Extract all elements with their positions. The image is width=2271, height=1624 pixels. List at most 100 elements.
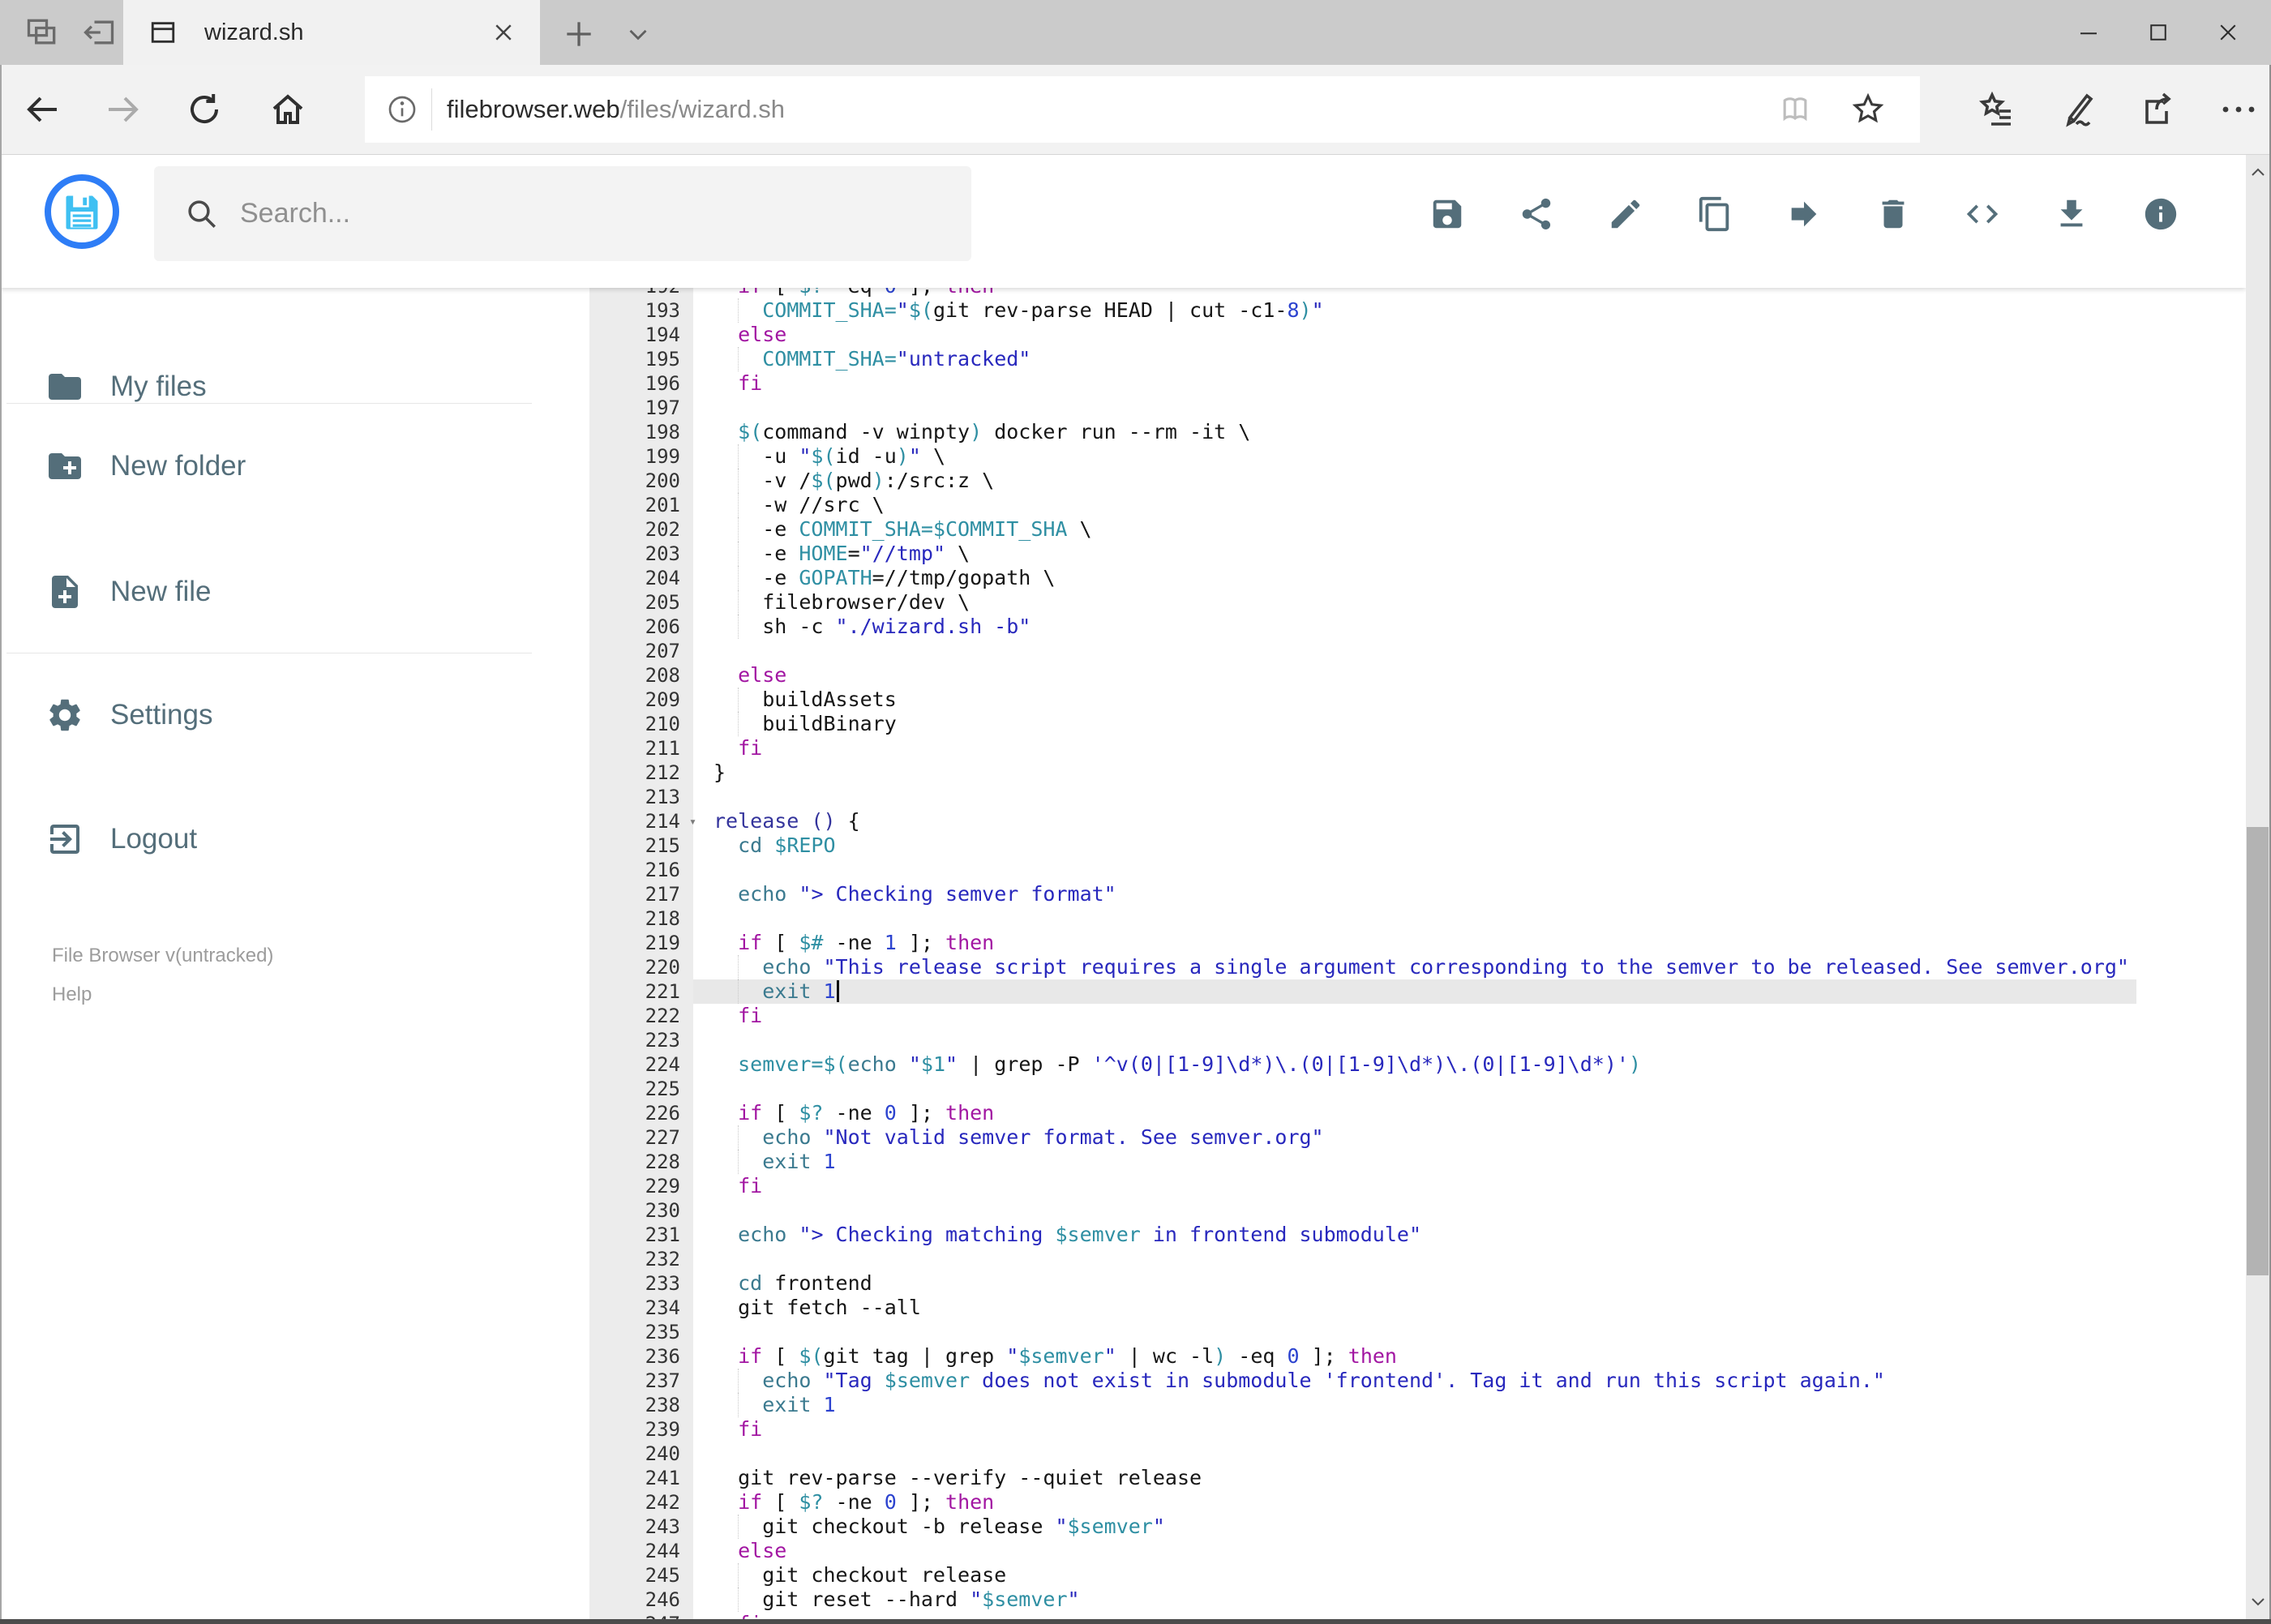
code-line[interactable] [693, 1320, 2246, 1344]
code-line[interactable]: echo "This release script requires a sin… [693, 955, 2246, 979]
code-row[interactable]: 226 if [ $? -ne 0 ]; then [589, 1101, 2246, 1125]
code-line[interactable]: -w //src \ [693, 493, 2246, 517]
code-row[interactable]: 231 echo "> Checking matching $semver in… [589, 1223, 2246, 1247]
scroll-down-icon[interactable] [2246, 1583, 2269, 1619]
code-row[interactable]: 201 -w //src \ [589, 493, 2246, 517]
code-row[interactable]: 218 [589, 906, 2246, 931]
code-row[interactable]: 210 buildBinary [589, 712, 2246, 736]
code-row[interactable]: 196 fi [589, 371, 2246, 396]
sidebar-item-logout[interactable]: Logout [2, 800, 537, 878]
code-line[interactable]: fi [693, 371, 2246, 396]
code-line[interactable]: exit 1 [693, 1393, 2246, 1417]
code-row[interactable]: 212} [589, 761, 2246, 785]
code-line[interactable]: -e COMMIT_SHA=$COMMIT_SHA \ [693, 517, 2246, 542]
code-row[interactable]: 243 git checkout -b release "$semver" [589, 1515, 2246, 1539]
code-line[interactable]: -v /$(pwd):/src:z \ [693, 469, 2246, 493]
code-row[interactable]: 234 git fetch --all [589, 1296, 2246, 1320]
code-row[interactable]: 192 if [ $? -eq 0 ]; then [589, 288, 2246, 298]
code-row[interactable]: 197 [589, 396, 2246, 420]
refresh-icon[interactable] [185, 90, 224, 129]
maximize-icon[interactable] [2123, 0, 2193, 65]
save-button[interactable] [1429, 195, 1466, 233]
edit-button[interactable] [1607, 195, 1644, 233]
download-button[interactable] [2053, 195, 2090, 233]
code-line[interactable]: else [693, 663, 2246, 688]
code-row[interactable]: 233 cd frontend [589, 1271, 2246, 1296]
code-line[interactable]: exit 1 [693, 979, 2246, 1004]
code-line[interactable]: fi [693, 1417, 2246, 1442]
scrollbar-thumb[interactable] [2247, 827, 2269, 1275]
filebrowser-logo[interactable] [45, 174, 119, 249]
code-line[interactable]: semver=$(echo "$1" | grep -P '^v(0|[1-9]… [693, 1052, 2246, 1077]
code-line[interactable]: } [693, 761, 2246, 785]
sidebar-item-new-folder[interactable]: New folder [2, 427, 537, 505]
code-row[interactable]: 199 -u "$(id -u)" \ [589, 444, 2246, 469]
code-row[interactable]: 206 sh -c "./wizard.sh -b" [589, 615, 2246, 639]
code-row[interactable]: 228 exit 1 [589, 1150, 2246, 1174]
code-line[interactable]: COMMIT_SHA="untracked" [693, 347, 2246, 371]
code-line[interactable]: -e GOPATH=//tmp/gopath \ [693, 566, 2246, 590]
code-line[interactable]: release () { [693, 809, 2246, 833]
search-bar[interactable] [154, 166, 971, 261]
code-row[interactable]: 232 [589, 1247, 2246, 1271]
home-icon[interactable] [268, 90, 307, 129]
code-row[interactable]: 205 filebrowser/dev \ [589, 590, 2246, 615]
code-row[interactable]: 245 git checkout release [589, 1563, 2246, 1588]
reading-view-icon[interactable] [1777, 92, 1813, 127]
code-line[interactable]: if [ $? -ne 0 ]; then [693, 1490, 2246, 1515]
delete-button[interactable] [1875, 195, 1912, 233]
code-row[interactable]: 229 fi [589, 1174, 2246, 1198]
code-line[interactable]: git checkout -b release "$semver" [693, 1515, 2246, 1539]
code-row[interactable]: 208 else [589, 663, 2246, 688]
code-line[interactable]: buildAssets [693, 688, 2246, 712]
code-row[interactable]: 227 echo "Not valid semver format. See s… [589, 1125, 2246, 1150]
sidebar-item-new-file[interactable]: New file [2, 553, 537, 631]
code-row[interactable]: 242 if [ $? -ne 0 ]; then [589, 1490, 2246, 1515]
minimize-icon[interactable] [2054, 0, 2123, 65]
code-row[interactable]: 236 if [ $(git tag | grep "$semver" | wc… [589, 1344, 2246, 1369]
code-row[interactable]: 238 exit 1 [589, 1393, 2246, 1417]
code-line[interactable] [693, 1198, 2246, 1223]
code-line[interactable]: echo "Not valid semver format. See semve… [693, 1125, 2246, 1150]
move-button[interactable] [1785, 195, 1823, 233]
favorite-star-icon[interactable] [1850, 92, 1886, 127]
page-scrollbar[interactable] [2246, 155, 2269, 1619]
code-view-button[interactable] [1964, 195, 2001, 233]
code-row[interactable]: 224 semver=$(echo "$1" | grep -P '^v(0|[… [589, 1052, 2246, 1077]
code-line[interactable] [693, 906, 2246, 931]
code-line[interactable]: cd $REPO [693, 833, 2246, 858]
set-tabs-aside-icon[interactable] [81, 15, 117, 50]
sidebar-item-settings[interactable]: Settings [2, 676, 537, 754]
code-row[interactable]: 213 [589, 785, 2246, 809]
copy-button[interactable] [1696, 195, 1733, 233]
code-line[interactable]: echo "> Checking semver format" [693, 882, 2246, 906]
code-row[interactable]: 221 exit 1 [589, 979, 2246, 1004]
code-line[interactable]: buildBinary [693, 712, 2246, 736]
help-link[interactable]: Help [52, 983, 92, 1006]
code-row[interactable]: 200 -v /$(pwd):/src:z \ [589, 469, 2246, 493]
code-row[interactable]: 198 $(command -v winpty) docker run --rm… [589, 420, 2246, 444]
code-line[interactable]: if [ $(git tag | grep "$semver" | wc -l)… [693, 1344, 2246, 1369]
code-row[interactable]: 193 COMMIT_SHA="$(git rev-parse HEAD | c… [589, 298, 2246, 323]
code-row[interactable]: 203 -e HOME="//tmp" \ [589, 542, 2246, 566]
tab-preview-icon[interactable] [24, 15, 60, 50]
code-line[interactable]: cd frontend [693, 1271, 2246, 1296]
code-row[interactable]: 219 if [ $# -ne 1 ]; then [589, 931, 2246, 955]
new-tab-icon[interactable] [561, 16, 597, 52]
code-line[interactable]: $(command -v winpty) docker run --rm -it… [693, 420, 2246, 444]
code-line[interactable] [693, 858, 2246, 882]
code-row[interactable]: 217 echo "> Checking semver format" [589, 882, 2246, 906]
code-line[interactable]: if [ $# -ne 1 ]; then [693, 931, 2246, 955]
code-line[interactable] [693, 1247, 2246, 1271]
code-row[interactable]: 211 fi [589, 736, 2246, 761]
code-row[interactable]: 194 else [589, 323, 2246, 347]
code-row[interactable]: 202 -e COMMIT_SHA=$COMMIT_SHA \ [589, 517, 2246, 542]
code-line[interactable]: fi [693, 736, 2246, 761]
code-line[interactable] [693, 785, 2246, 809]
code-line[interactable]: -u "$(id -u)" \ [693, 444, 2246, 469]
code-line[interactable]: else [693, 1539, 2246, 1563]
share-button[interactable] [1518, 195, 1555, 233]
close-tab-icon[interactable] [491, 20, 516, 45]
code-line[interactable]: git reset --hard "$semver" [693, 1588, 2246, 1612]
code-row[interactable]: 214 ▾ release () { [589, 809, 2246, 833]
